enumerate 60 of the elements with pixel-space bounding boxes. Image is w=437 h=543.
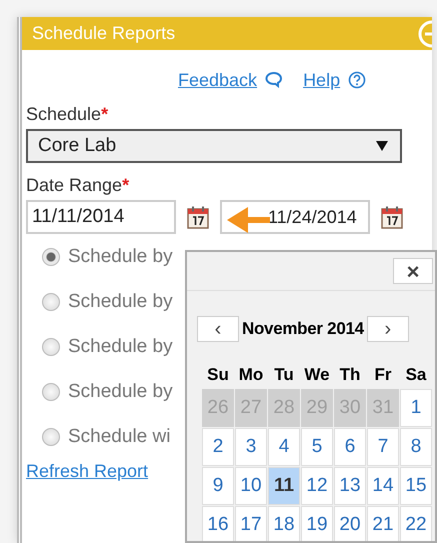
radio-button[interactable] [42,382,60,400]
day-cell[interactable]: 11 [268,467,300,505]
day-cell[interactable]: 10 [235,467,267,505]
panel-title: Schedule Reports [32,23,176,44]
day-cell[interactable]: 3 [235,428,267,466]
radio-button[interactable] [42,338,60,356]
previous-month-button[interactable]: ‹ [197,316,239,342]
day-cell[interactable]: 13 [334,467,366,505]
required-mark: * [122,175,130,196]
day-cell[interactable]: 7 [367,428,399,466]
day-cell[interactable]: 12 [301,467,333,505]
option-label: Schedule by [68,246,173,268]
field-label: Date Range [26,175,122,196]
weekday-label: We [303,364,331,386]
weekday-label: Su [206,364,230,386]
weekday-label: Tu [273,364,295,386]
day-cell[interactable]: 14 [367,467,399,505]
weekday-label: Mo [238,364,264,386]
calendar-icon [187,206,209,228]
calendar-icon [381,206,403,228]
day-cell[interactable]: 8 [400,428,432,466]
speech-bubble-icon [265,71,284,89]
weekday-label: Th [338,364,362,386]
day-cell[interactable]: 15 [400,467,432,505]
close-button[interactable]: × [393,258,433,284]
day-cell[interactable]: 17 [235,506,267,541]
link[interactable]: Help [303,70,340,90]
day-cell[interactable]: 20 [334,506,366,541]
field-label: Schedule [26,104,102,125]
radio-button[interactable] [42,428,60,446]
weekday-label: Sa [404,364,428,386]
help-icon [348,71,366,89]
day-cell[interactable]: 2 [202,428,234,466]
option-label: Schedule wi [68,426,170,448]
option-label: Schedule by [68,290,173,312]
dropdown-arrow-icon [376,141,388,151]
start-date-field[interactable]: 11/11/2014 [26,200,176,234]
day-cell[interactable]: 19 [301,506,333,541]
day-cell[interactable]: 4 [268,428,300,466]
option-label: Schedule by [68,336,173,358]
radio-button[interactable] [42,248,60,266]
link[interactable]: Feedback [178,70,258,90]
day-cell[interactable]: 21 [367,506,399,541]
weekday-label: Fr [374,364,392,386]
radio-button[interactable] [42,292,60,310]
day-cell[interactable]: 1 [400,389,432,427]
day-cell[interactable]: 9 [202,467,234,505]
day-cell[interactable]: 16 [202,506,234,541]
refresh-report-link[interactable]: Refresh Report [26,461,148,482]
arrow-icon [226,204,271,236]
end-date-field[interactable]: 11/24/2014 [220,200,370,234]
day-cell[interactable]: 18 [268,506,300,541]
day-cell[interactable]: 6 [334,428,366,466]
day-cell[interactable]: 22 [400,506,432,541]
schedule-dropdown[interactable]: Core Lab [26,129,402,163]
option-label: Schedule by [68,380,173,402]
month-title: November 2014 [242,319,364,339]
day-cell[interactable]: 5 [301,428,333,466]
required-mark: * [101,104,108,125]
next-month-button[interactable]: › [366,316,409,342]
